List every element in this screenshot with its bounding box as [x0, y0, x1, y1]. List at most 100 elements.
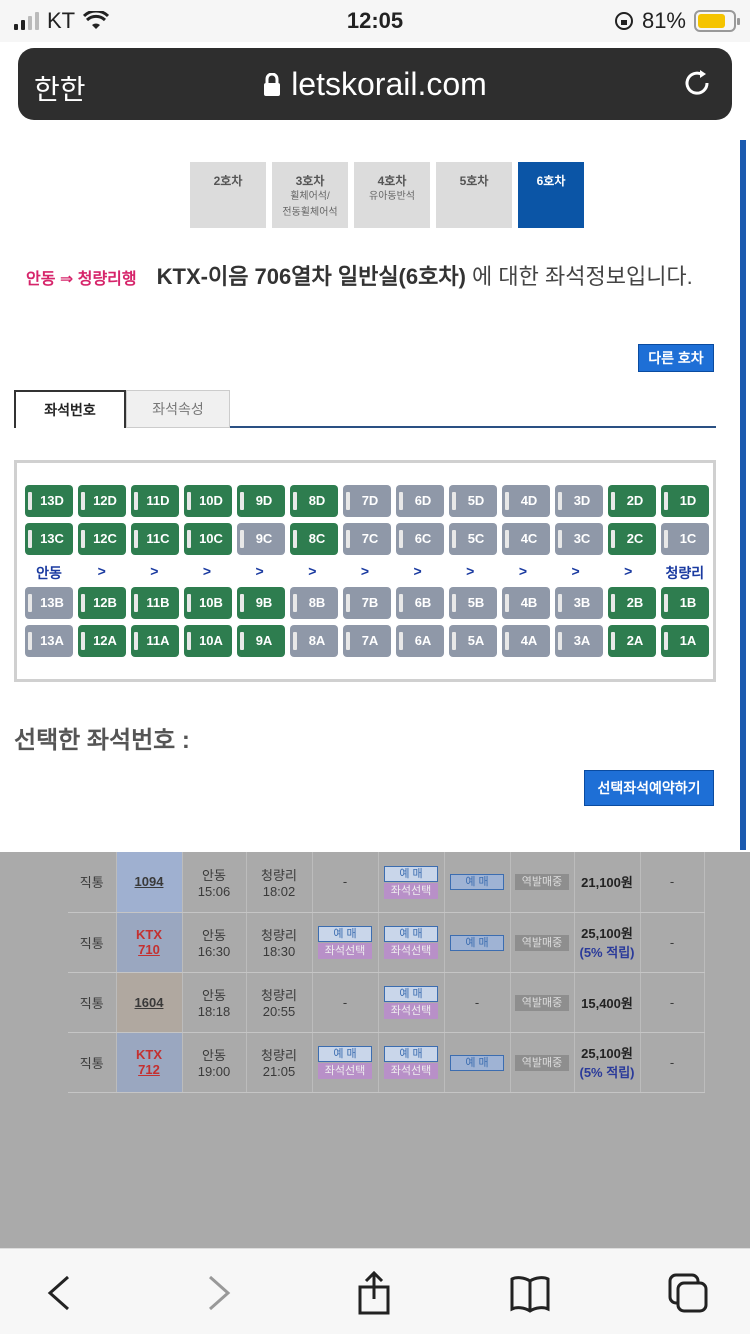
tab-car-4[interactable]: 4호차 유아동반석 — [354, 162, 430, 228]
seat-row-a: 13A 12A 11A 10A 9A 8A 7A 6A 5A 4A 3A 2A 1A — [25, 625, 709, 659]
train-row: 직통 KTX 712 안동 19:00 청량리 21:05 예 매 좌석선택 예 매 좌석선택 예 매… — [68, 1032, 705, 1093]
seat-row-d: 13D 12D 11D 10D 9D 8D 7D 6D 5D 4D 3D 2D 1D — [25, 485, 709, 519]
reload-icon[interactable] — [680, 66, 714, 100]
seat-9b[interactable]: 9B — [237, 587, 285, 619]
seat-8c[interactable]: 8C — [290, 523, 338, 555]
tab-car-3[interactable]: 3호차 휠체어석/전동휠체어석 — [272, 162, 348, 228]
seat-1d[interactable]: 1D — [661, 485, 709, 517]
seat-2b[interactable]: 2B — [608, 587, 656, 619]
seat-6d: 6D — [396, 485, 444, 517]
seat-10d[interactable]: 10D — [184, 485, 232, 517]
seat-7d: 7D — [343, 485, 391, 517]
train-list: 직통 1094 안동 15:06 청량리 18:02- 예 매 좌석선택 예 매 역발매중 21,1… — [0, 852, 750, 1248]
seat-5a: 5A — [449, 625, 497, 657]
buy-button[interactable]: 예 매 — [450, 874, 504, 891]
seat-9c: 9C — [237, 523, 285, 555]
seat-row-c: 13C 12C 11C 10C 9C 8C 7C 6C 5C 4C 3C 2C 1C — [25, 523, 709, 557]
other-car-button[interactable]: 다른 호차 — [638, 344, 714, 372]
seat-9d[interactable]: 9D — [237, 485, 285, 517]
seat-10c[interactable]: 10C — [184, 523, 232, 555]
car-tabs: 2호차 3호차 휠체어석/전동휠체어석 4호차 유아동반석 5호차 6호차 — [190, 162, 584, 228]
seat-4b: 4B — [502, 587, 550, 619]
seat-11d[interactable]: 11D — [131, 485, 179, 517]
buy-button[interactable]: 예 매 — [384, 865, 438, 882]
seat-13c[interactable]: 13C — [25, 523, 73, 555]
battery-icon — [694, 10, 740, 32]
tab-seat-number[interactable]: 좌석번호 — [14, 390, 126, 428]
forward-icon[interactable] — [196, 1271, 240, 1315]
orientation-lock-icon — [614, 12, 633, 30]
share-icon[interactable] — [352, 1271, 396, 1315]
seat-6c: 6C — [396, 523, 444, 555]
seat-select-button[interactable]: 좌석선택 — [384, 1003, 438, 1019]
status-bar: KT 12:05 81% — [0, 0, 750, 42]
url-text[interactable]: letskorail.com — [18, 66, 732, 103]
popup-border — [740, 140, 746, 850]
safari-toolbar — [0, 1248, 750, 1334]
back-icon[interactable] — [38, 1271, 82, 1315]
seat-12a[interactable]: 12A — [78, 625, 126, 657]
tab-car-2[interactable]: 2호차 — [190, 162, 266, 228]
lock-icon — [264, 72, 281, 96]
seat-2c[interactable]: 2C — [608, 523, 656, 555]
seat-13d[interactable]: 13D — [25, 485, 73, 517]
seat-8d[interactable]: 8D — [290, 485, 338, 517]
seat-tabs: 좌석번호 좌석속성 — [14, 390, 716, 428]
seat-select-button[interactable]: 좌석선택 — [384, 943, 438, 959]
seat-8a: 8A — [290, 625, 338, 657]
buy-button[interactable]: 예 매 — [450, 1054, 504, 1071]
train-row: 직통 1604 안동 18:18 청량리 20:55- 예 매 좌석선택 - 역발매중 15,400… — [68, 972, 705, 1033]
seat-6a: 6A — [396, 625, 444, 657]
seat-2a[interactable]: 2A — [608, 625, 656, 657]
tab-car-6[interactable]: 6호차 — [518, 162, 584, 228]
seat-7a: 7A — [343, 625, 391, 657]
seat-select-button[interactable]: 좌석선택 — [318, 1063, 372, 1079]
seat-3d: 3D — [555, 485, 603, 517]
seat-13b: 13B — [25, 587, 73, 619]
train-row: 직통 1094 안동 15:06 청량리 18:02- 예 매 좌석선택 예 매 역발매중 21,1… — [68, 852, 705, 913]
buy-button[interactable]: 예 매 — [384, 1046, 438, 1062]
seat-12b[interactable]: 12B — [78, 587, 126, 619]
seat-12d[interactable]: 12D — [78, 485, 126, 517]
seat-map: 13D 12D 11D 10D 9D 8D 7D 6D 5D 4D 3D 2D 1D 13C 12C 11C… — [14, 460, 716, 682]
buy-button[interactable]: 예 매 — [318, 1046, 372, 1062]
seat-11b[interactable]: 11B — [131, 587, 179, 619]
bookmarks-icon[interactable] — [508, 1271, 552, 1315]
seat-9a[interactable]: 9A — [237, 625, 285, 657]
seat-1c: 1C — [661, 523, 709, 555]
seat-7b: 7B — [343, 587, 391, 619]
aisle-direction: 안동 > > > > > > > > > > > 청량리 — [36, 563, 705, 581]
buy-button[interactable]: 예 매 — [450, 934, 504, 951]
seat-6b: 6B — [396, 587, 444, 619]
seat-4d: 4D — [502, 485, 550, 517]
seat-11c[interactable]: 11C — [131, 523, 179, 555]
seat-select-button[interactable]: 좌석선택 — [384, 882, 438, 899]
seat-7c: 7C — [343, 523, 391, 555]
seat-select-button[interactable]: 좌석선택 — [318, 943, 372, 959]
seat-5d: 5D — [449, 485, 497, 517]
seat-selection-popup: 2호차 3호차 휠체어석/전동휠체어석 4호차 유아동반석 5호차 6호차 안동 ⇒… — [0, 140, 742, 846]
buy-button[interactable]: 예 매 — [384, 926, 438, 942]
tab-seat-attr[interactable]: 좌석속성 — [126, 390, 230, 428]
buy-button[interactable]: 예 매 — [384, 986, 438, 1002]
tabs-icon[interactable] — [666, 1271, 710, 1315]
seat-1b[interactable]: 1B — [661, 587, 709, 619]
seat-12c[interactable]: 12C — [78, 523, 126, 555]
seat-1a[interactable]: 1A — [661, 625, 709, 657]
seat-row-b: 13B 12B 11B 10B 9B 8B 7B 6B 5B 4B 3B 2B 1B — [25, 587, 709, 621]
seat-5c: 5C — [449, 523, 497, 555]
seat-13a: 13A — [25, 625, 73, 657]
tab-car-5[interactable]: 5호차 — [436, 162, 512, 228]
train-table: 직통 1094 안동 15:06 청량리 18:02- 예 매 좌석선택 예 매 역발매중 21,1… — [68, 852, 705, 1093]
seat-2d[interactable]: 2D — [608, 485, 656, 517]
seat-3a: 3A — [555, 625, 603, 657]
train-row: 직통 KTX 710 안동 16:30 청량리 18:30 예 매 좌석선택 예 매 좌석선택 예 매… — [68, 912, 705, 973]
seat-10a[interactable]: 10A — [184, 625, 232, 657]
buy-button[interactable]: 예 매 — [318, 926, 372, 942]
seat-10b[interactable]: 10B — [184, 587, 232, 619]
seat-3c: 3C — [555, 523, 603, 555]
reserve-button[interactable]: 선택좌석예약하기 — [584, 770, 714, 806]
seat-11a[interactable]: 11A — [131, 625, 179, 657]
seat-select-button[interactable]: 좌석선택 — [384, 1063, 438, 1079]
address-bar[interactable]: 한한 letskorail.com — [18, 48, 732, 120]
